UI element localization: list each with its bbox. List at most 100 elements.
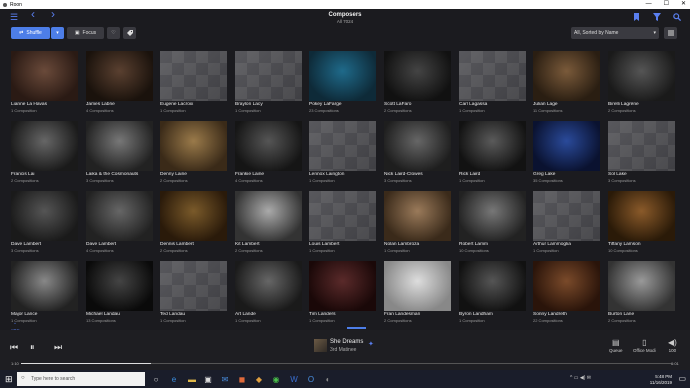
composer-tile[interactable]: Frankie Laine 4 Compositions (235, 121, 302, 187)
composer-name[interactable]: Lennox Laington (309, 172, 376, 177)
composer-photo[interactable] (11, 191, 78, 241)
composer-tile[interactable]: Carl Lagassa 1 Composition (459, 51, 526, 117)
composer-tile[interactable]: Louis Lambert 1 Composition (309, 191, 376, 257)
composer-photo[interactable] (533, 51, 600, 101)
composer-placeholder-image[interactable] (533, 191, 600, 241)
composer-name[interactable]: Pokey LaFarge (309, 102, 376, 107)
composer-tile[interactable]: Fran Landesman 2 Compositions (384, 261, 451, 327)
edge-icon[interactable]: e (168, 373, 180, 385)
composer-name[interactable]: Ted Landau (160, 312, 227, 317)
notifications-icon[interactable]: ▭ (678, 374, 686, 383)
composer-photo[interactable] (533, 121, 600, 171)
app-icon[interactable]: ◆ (253, 373, 265, 385)
zone-button[interactable]: ▯ Office Modi (633, 338, 656, 353)
composer-name[interactable]: Robert Lamm (459, 242, 526, 247)
chrome-icon[interactable]: ◉ (270, 373, 282, 385)
mail-icon[interactable]: ✉ (219, 373, 231, 385)
composer-tile[interactable]: Lennox Laington 1 Composition (309, 121, 376, 187)
composer-photo[interactable] (160, 121, 227, 171)
composer-name[interactable]: Sonny Landreth (533, 312, 600, 317)
composer-name[interactable]: Kit Lambert (235, 242, 302, 247)
composer-photo[interactable] (86, 51, 153, 101)
star-icon[interactable]: ✦ (368, 340, 374, 348)
focus-button[interactable]: ▣ Focus (67, 27, 104, 39)
composer-photo[interactable] (459, 191, 526, 241)
filter-icon[interactable] (653, 13, 661, 23)
composer-name[interactable]: Art Lande (235, 312, 302, 317)
composer-name[interactable]: Carl Lagassa (459, 102, 526, 107)
composer-name[interactable]: Frankie Laine (235, 172, 302, 177)
composer-name[interactable]: Sol Lake (608, 172, 675, 177)
composer-photo[interactable] (533, 261, 600, 311)
composer-name[interactable]: Burton Lane (608, 312, 675, 317)
composer-name[interactable]: Nick Laird-Clowes (384, 172, 451, 177)
composer-photo[interactable] (309, 261, 376, 311)
composer-name[interactable]: Braylon Lacy (235, 102, 302, 107)
composer-photo[interactable] (384, 121, 451, 171)
composer-tile[interactable]: Braylon Lacy 1 Composition (235, 51, 302, 117)
taskbar-search-box[interactable]: ○ Type here to search (17, 372, 145, 386)
composer-tile[interactable]: Michael Landau 13 Compositions (86, 261, 153, 327)
composer-tile[interactable]: Dennis Lambert 2 Compositions (160, 191, 227, 257)
composer-tile[interactable]: Tim Landers 1 Composition (309, 261, 376, 327)
now-playing-album-art[interactable] (314, 339, 327, 352)
composer-name[interactable]: Denny Laine (160, 172, 227, 177)
roon-taskbar-icon[interactable]: ◐ (322, 373, 334, 385)
composer-placeholder-image[interactable] (235, 51, 302, 101)
composer-tile[interactable]: James Labrie 4 Compositions (86, 51, 153, 117)
now-playing-artist[interactable]: 3rd Matinee (330, 347, 356, 353)
composer-photo[interactable] (309, 51, 376, 101)
composer-name[interactable]: Dave Lambert (86, 242, 153, 247)
composer-tile[interactable]: Eugene Lacroix 1 Composition (160, 51, 227, 117)
composer-placeholder-image[interactable] (459, 51, 526, 101)
composer-tile[interactable]: Robert Lamm 10 Compositions (459, 191, 526, 257)
composer-name[interactable]: Arthur Lammoglia (533, 242, 600, 247)
composer-tile[interactable]: Francis Lai 2 Compositions (11, 121, 78, 187)
composer-tile[interactable]: Ted Landau 1 Composition (160, 261, 227, 327)
composer-photo[interactable] (160, 191, 227, 241)
task-view-icon[interactable]: ○ (150, 373, 162, 385)
composer-photo[interactable] (459, 121, 526, 171)
word-icon[interactable]: W (288, 373, 300, 385)
composer-tile[interactable]: Dave Lambert 4 Compositions (86, 191, 153, 257)
composer-tile[interactable]: Denny Laine 2 Compositions (160, 121, 227, 187)
composer-name[interactable]: Eugene Lacroix (160, 102, 227, 107)
composer-tile[interactable]: Laika & the Cosmonauts 3 Compositions (86, 121, 153, 187)
composer-tile[interactable]: Sonny Landreth 22 Compositions (533, 261, 600, 327)
composer-name[interactable]: Tiffany Lamson (608, 242, 675, 247)
composer-tile[interactable]: Dave Lambert 3 Compositions (11, 191, 78, 257)
composer-photo[interactable] (608, 51, 675, 101)
composer-name[interactable]: Rick Laird (459, 172, 526, 177)
composer-photo[interactable] (86, 261, 153, 311)
now-playing-title[interactable]: She Dreams (330, 339, 363, 345)
composer-tile[interactable]: Arthur Lammoglia 1 Composition (533, 191, 600, 257)
composer-name[interactable]: Major Lance (11, 312, 78, 317)
close-button[interactable]: ✕ (681, 0, 686, 9)
composer-tile[interactable]: Sol Lake 3 Compositions (608, 121, 675, 187)
composer-name[interactable]: Laika & the Cosmonauts (86, 172, 153, 177)
composer-photo[interactable] (459, 261, 526, 311)
composer-name[interactable]: Dave Lambert (11, 242, 78, 247)
composer-placeholder-image[interactable] (608, 121, 675, 171)
composer-name[interactable]: Dennis Lambert (160, 242, 227, 247)
composer-placeholder-image[interactable] (160, 51, 227, 101)
composer-tile[interactable]: Nick Laird-Clowes 3 Compositions (384, 121, 451, 187)
composer-photo[interactable] (384, 191, 451, 241)
composer-photo[interactable] (235, 121, 302, 171)
composer-tile[interactable]: Julian Lage 11 Compositions (533, 51, 600, 117)
queue-button[interactable]: ▤ Queue (609, 338, 623, 353)
composer-tile[interactable]: Kit Lambert 2 Compositions (235, 191, 302, 257)
composer-name[interactable]: James Labrie (86, 102, 153, 107)
list-view-button[interactable] (664, 27, 677, 39)
composer-tile[interactable]: Pokey LaFarge 23 Compositions (309, 51, 376, 117)
composer-tile[interactable]: Major Lance 1 Composition (11, 261, 78, 327)
composer-photo[interactable] (86, 121, 153, 171)
scroll-indicator[interactable] (347, 327, 366, 329)
windows-start-icon[interactable]: ⊞ (5, 374, 13, 385)
composer-photo[interactable] (384, 261, 451, 311)
office-icon[interactable]: ◼ (236, 373, 248, 385)
shuffle-button[interactable]: ⇄ Shuffle (11, 27, 50, 39)
composer-name[interactable]: Scott LaFaro (384, 102, 451, 107)
composer-tile[interactable]: Rick Laird 1 Composition (459, 121, 526, 187)
file-explorer-icon[interactable]: ▬ (186, 373, 198, 385)
